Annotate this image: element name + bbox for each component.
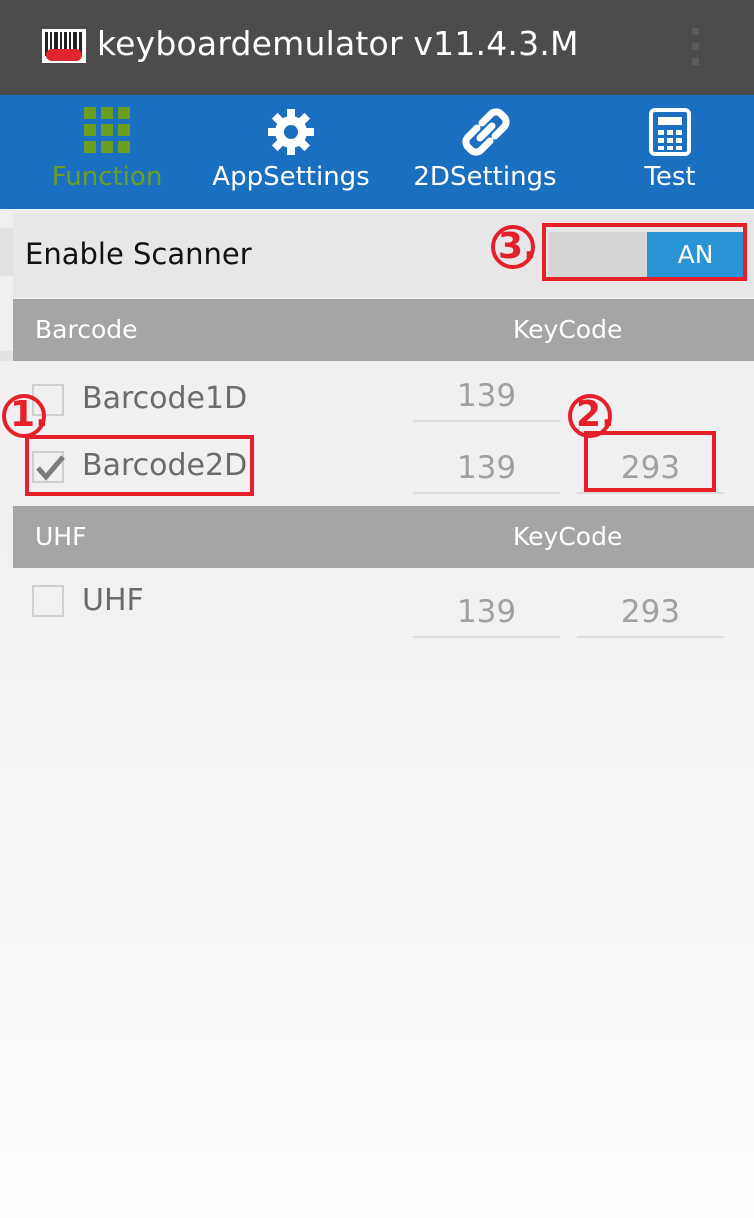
annotation-box-2 [584, 431, 716, 492]
tab-2dsettings[interactable]: 2DSettings [405, 95, 565, 209]
tab-test-label: Test [644, 162, 696, 192]
tab-bar: Function AppSettings 2DSettings Test [0, 95, 754, 209]
uhf-keycode-header-label: KeyCode [513, 522, 623, 551]
barcode1d-label: Barcode1D [82, 381, 248, 416]
tab-function[interactable]: Function [32, 95, 182, 209]
uhf-keycode-field[interactable]: 139 [413, 588, 560, 638]
barcode-app-icon [42, 29, 86, 63]
annotation-label-3: 3. [498, 226, 537, 267]
barcode1d-keycode-field[interactable]: 139 [413, 372, 560, 422]
barcode-header-label: Barcode [35, 315, 138, 344]
tab-appsettings[interactable]: AppSettings [206, 95, 376, 209]
tab-appsettings-label: AppSettings [212, 162, 370, 192]
tab-2dsettings-label: 2DSettings [413, 162, 557, 192]
uhf-section-header: UHF KeyCode [13, 506, 754, 568]
annotation-label-2: 2. [576, 394, 615, 435]
tab-function-label: Function [51, 162, 163, 192]
barcode-section-header: Barcode KeyCode [13, 299, 754, 361]
uhf-header-label: UHF [35, 522, 87, 551]
calculator-icon [648, 107, 698, 157]
overflow-menu-icon[interactable] [680, 22, 710, 70]
uhf-keycode2-field[interactable]: 293 [577, 588, 724, 638]
app-title: keyboardemulator v11.4.3.M [97, 24, 579, 63]
barcode2d-keycode-field[interactable]: 139 [413, 444, 560, 494]
title-bar: keyboardemulator v11.4.3.M [0, 0, 754, 95]
link-icon [460, 107, 510, 157]
edge-marker [0, 351, 13, 361]
enable-scanner-label: Enable Scanner [25, 237, 252, 271]
uhf-label: UHF [82, 583, 144, 618]
keycode-header-label: KeyCode [513, 315, 623, 344]
edge-marker [0, 228, 13, 276]
annotation-label-1: 1. [10, 394, 49, 435]
gear-icon [266, 107, 316, 157]
annotation-box-3 [542, 223, 747, 281]
grid-icon [84, 107, 134, 157]
tab-test[interactable]: Test [600, 95, 740, 209]
annotation-box-1 [25, 435, 254, 496]
uhf-checkbox[interactable] [32, 585, 64, 617]
